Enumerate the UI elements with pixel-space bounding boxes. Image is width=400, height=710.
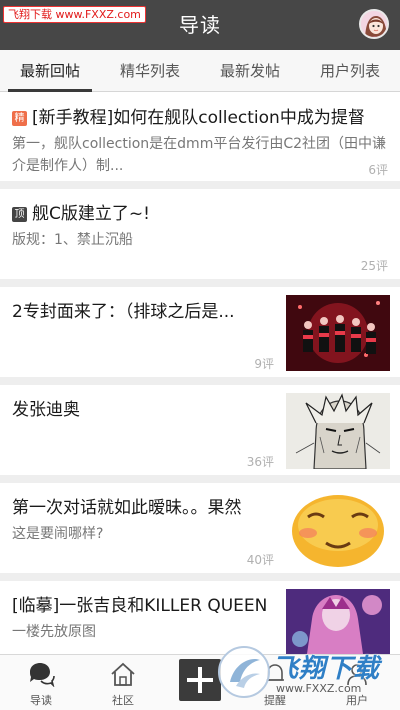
nav-community-label: 社区 [112, 694, 134, 707]
list-item[interactable]: 顶舰C版建立了~! 版规：1、禁止沉船 25评 [0, 189, 400, 287]
post-title: 2专封面来了：（排球之后是... [12, 302, 235, 322]
post-title: 精 [新手教程]如何在舰队collection中成为提督 [12, 103, 388, 128]
nav-guide[interactable]: 导读 [6, 655, 76, 710]
post-list: 精 [新手教程]如何在舰队collection中成为提督 第一，舰队collect… [0, 93, 400, 661]
nav-community[interactable]: 社区 [88, 655, 158, 710]
watermark-text: 飞翔下载 [272, 654, 381, 684]
list-item[interactable]: 精 [新手教程]如何在舰队collection中成为提督 第一，舰队collect… [0, 93, 400, 189]
pinned-badge: 顶 [12, 207, 27, 222]
new-post-button[interactable] [179, 659, 221, 701]
tab-latest-posts[interactable]: 最新发帖 [200, 50, 300, 91]
page-title: 导读 [179, 13, 221, 37]
reply-count: 36评 [246, 455, 274, 469]
tab-latest-replies[interactable]: 最新回帖 [0, 50, 100, 92]
avatar[interactable] [359, 9, 389, 39]
post-excerpt: 这是要闹哪样? [12, 526, 104, 542]
watermark-bottom: 飞翔下载 www.FXXZ.com [218, 646, 386, 702]
app-header: 飞翔下载 www.FXXZ.com 导读 [0, 0, 400, 50]
watermark-logo [218, 646, 270, 698]
post-title-text: [新手教程]如何在舰队collection中成为提督 [32, 108, 365, 128]
post-thumbnail [286, 295, 390, 371]
reply-count: 25评 [360, 259, 388, 273]
featured-badge: 精 [12, 111, 27, 126]
list-item[interactable]: 发张迪奥 36评 [0, 385, 400, 483]
reply-count: 9评 [254, 357, 274, 371]
post-thumbnail [286, 393, 390, 469]
reply-count: 40评 [246, 553, 274, 567]
post-title-text: 舰C版建立了~! [32, 204, 150, 224]
post-thumbnail [286, 491, 390, 567]
post-title: 发张迪奥 [12, 400, 80, 420]
post-title: 顶舰C版建立了~! [12, 199, 388, 224]
post-excerpt: 版规：1、禁止沉船 [12, 232, 133, 248]
tab-featured[interactable]: 精华列表 [100, 50, 200, 91]
chat-bubble-icon [30, 663, 55, 687]
tab-users[interactable]: 用户列表 [300, 50, 400, 91]
post-title: [临摹]一张吉良和KILLER QUEEN [12, 596, 268, 616]
home-icon [111, 662, 135, 686]
post-excerpt: 第一，舰队collection是在dmm平台发行由C2社团（田中谦介是制作人）制… [12, 136, 387, 174]
list-item[interactable]: 2专封面来了：（排球之后是... 9评 [0, 287, 400, 385]
post-excerpt: 一楼先放原图 [12, 624, 96, 640]
nav-guide-label: 导读 [30, 694, 52, 707]
tab-bar: 最新回帖 精华列表 最新发帖 用户列表 [0, 50, 400, 92]
post-title: 第一次对话就如此暧昧。。果然 [12, 498, 242, 518]
watermark-url: www.FXXZ.com [276, 682, 362, 695]
reply-count: 6评 [368, 163, 388, 177]
list-item[interactable]: 第一次对话就如此暧昧。。果然 这是要闹哪样? 40评 [0, 483, 400, 581]
